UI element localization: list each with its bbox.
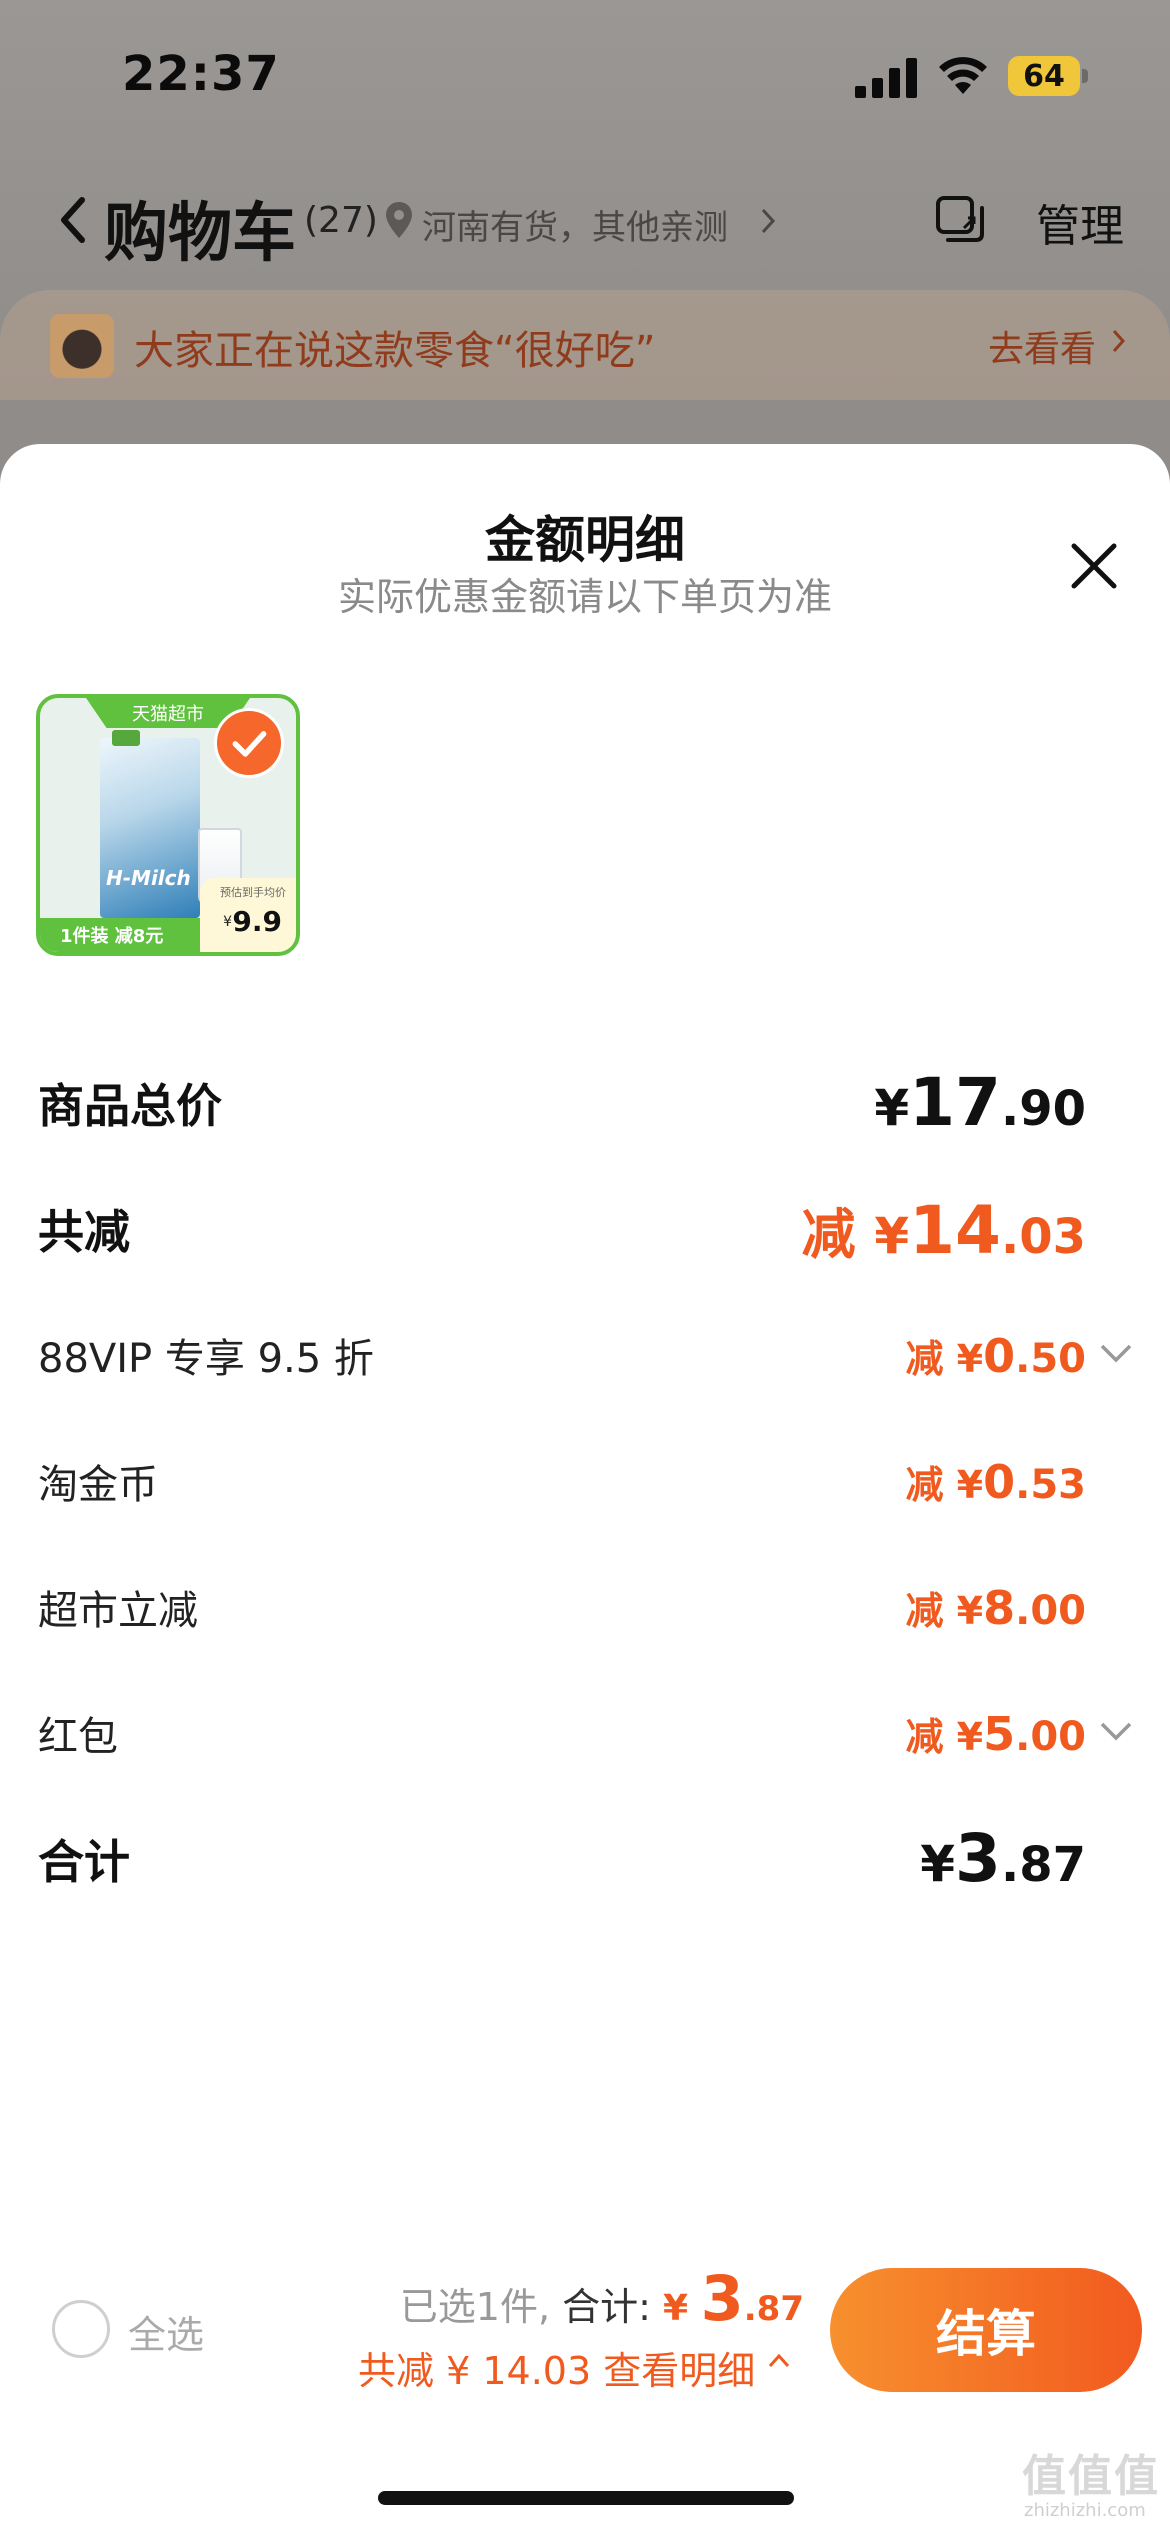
chevron-down-icon[interactable] [1096,1718,1136,1744]
row-supermarket-discount: 超市立减 减 ¥8.00 [0,1566,1170,1646]
row-amount: 减 ¥0.50 [905,1328,1086,1383]
close-icon[interactable] [1066,538,1122,594]
nav-bar: 购物车 (27) 河南有货，其他亲测 管理 [0,160,1170,280]
total-label: 合计: [562,2285,664,2329]
banner-link[interactable]: 去看看 [988,320,1096,372]
amount-prefix: 减 [905,1589,957,1633]
amount-prefix: 减 [801,1203,875,1266]
row-red-packet[interactable]: 红包 减 ¥5.00 [0,1692,1170,1772]
total-integer: 3 [700,2262,744,2335]
chevron-down-icon[interactable] [1096,1340,1136,1366]
amount-decimal: .53 [1015,1462,1086,1508]
total-decimal: .87 [743,2289,804,2329]
battery-tip [1082,69,1088,83]
milk-carton-cap [112,730,140,746]
select-all-label[interactable]: 全选 [128,2304,204,2359]
location-pin-icon [386,202,412,238]
amount-currency: ¥ [956,1589,984,1633]
amount-integer: 8 [983,1581,1016,1635]
row-label: 淘金币 [38,1462,158,1508]
checkmark-icon[interactable] [214,708,284,778]
delivery-location[interactable]: 河南有货，其他亲测 [422,200,728,249]
watermark-logo: 值值值 [1022,2451,1160,2502]
amount-prefix: 减 [905,1337,957,1381]
row-taojinbi: 淘金币 减 ¥0.53 [0,1440,1170,1520]
amount-currency: ¥ [874,1207,910,1265]
row-amount: 减 ¥8.00 [905,1580,1086,1635]
amount-currency: ¥ [920,1835,956,1893]
selected-count: 已选1件, [399,2285,563,2329]
row-amount: 减 ¥0.53 [905,1454,1086,1509]
battery-indicator: 64 [1008,56,1088,96]
wifi-icon [939,57,987,94]
thumb-price: 9.9 [232,905,282,938]
row-amount: ¥3.87 [920,1820,1086,1897]
sheet-subtitle: 实际优惠金额请以下单页为准 [337,575,832,619]
amount-integer: 0 [983,1455,1016,1509]
snack-thumbnail [50,314,114,378]
home-indicator [378,2491,794,2505]
chevron-right-icon [761,208,776,234]
promo-banner[interactable]: 大家正在说这款零食“很好吃” 去看看 [0,290,1170,400]
row-amount: 减 ¥5.00 [905,1706,1086,1761]
row-subtotal: 商品总价 ¥17.90 [0,1058,1170,1141]
amount-prefix: 减 [905,1715,957,1759]
chevron-up-icon[interactable] [766,2350,792,2372]
checkout-button[interactable]: 结算 [830,2268,1142,2392]
milk-brand-text: H-Milch [106,866,191,890]
amount-currency: ¥ [874,1079,910,1137]
watermark-url: zhizhizhi.com [1024,2500,1146,2521]
row-label: 商品总价 [38,1079,222,1133]
selected-summary: 已选1件, 合计: ¥ 3.87 [400,2262,804,2335]
amount-integer: 5 [983,1707,1016,1761]
amount-decimal: .90 [1000,1081,1086,1137]
amount-integer: 14 [909,1192,1001,1269]
amount-currency: ¥ [956,1715,984,1759]
cellular-signal-icon [855,58,917,98]
total-currency: ¥ [663,2288,701,2329]
view-details-link[interactable]: 共减 ¥ 14.03 查看明细 [358,2340,755,2395]
amount-decimal: .87 [1000,1837,1086,1893]
sheet-title: 金额明细 [485,511,685,569]
chevron-right-icon [1112,329,1126,353]
row-grand-total: 合计 ¥3.87 [0,1814,1170,1897]
row-label: 88VIP 专享 9.5 折 [38,1336,374,1382]
copy-icon[interactable] [934,194,986,246]
cart-count: (27) [304,200,378,241]
row-label: 共减 [38,1205,130,1259]
status-time: 22:37 [122,46,280,102]
battery-level: 64 [1008,56,1080,96]
amount-integer: 17 [909,1064,1001,1141]
amount-decimal: .03 [1000,1209,1086,1265]
back-arrow-icon[interactable] [52,190,92,250]
amount-currency: ¥ [956,1463,984,1507]
amount-decimal: .50 [1015,1336,1086,1382]
row-amount: 减 ¥14.03 [802,1190,1087,1269]
amount-decimal: .00 [1015,1714,1086,1760]
row-88vip[interactable]: 88VIP 专享 9.5 折 减 ¥0.50 [0,1314,1170,1394]
amount-detail-sheet: 金额明细 实际优惠金额请以下单页为准 天猫超市 H-Milch 1件装 减8元 … [0,444,1170,2532]
banner-text: 大家正在说这款零食“很好吃” [134,328,656,374]
thumb-price-caption: 预估到手均价 [220,886,286,899]
row-amount: ¥17.90 [874,1064,1086,1141]
thumb-price-tag: 预估到手均价 ¥ 9.9 [200,878,296,952]
status-bar: 22:37 64 [0,0,1170,150]
row-label: 超市立减 [38,1588,198,1634]
amount-decimal: .00 [1015,1588,1086,1634]
amount-currency: ¥ [956,1337,984,1381]
amount-prefix: 减 [905,1463,957,1507]
select-all-radio[interactable] [52,2300,110,2358]
row-total-discount: 共减 减 ¥14.03 [0,1184,1170,1269]
amount-integer: 0 [983,1329,1016,1383]
thumb-price-currency: ¥ [223,914,232,930]
manage-button[interactable]: 管理 [1036,190,1124,254]
row-label: 红包 [38,1714,118,1760]
milk-carton-image [100,738,200,918]
thumb-bottom-tag: 1件装 减8元 [60,926,164,947]
amount-integer: 3 [955,1820,1001,1897]
page-title: 购物车 [104,197,296,271]
row-label: 合计 [38,1835,130,1889]
